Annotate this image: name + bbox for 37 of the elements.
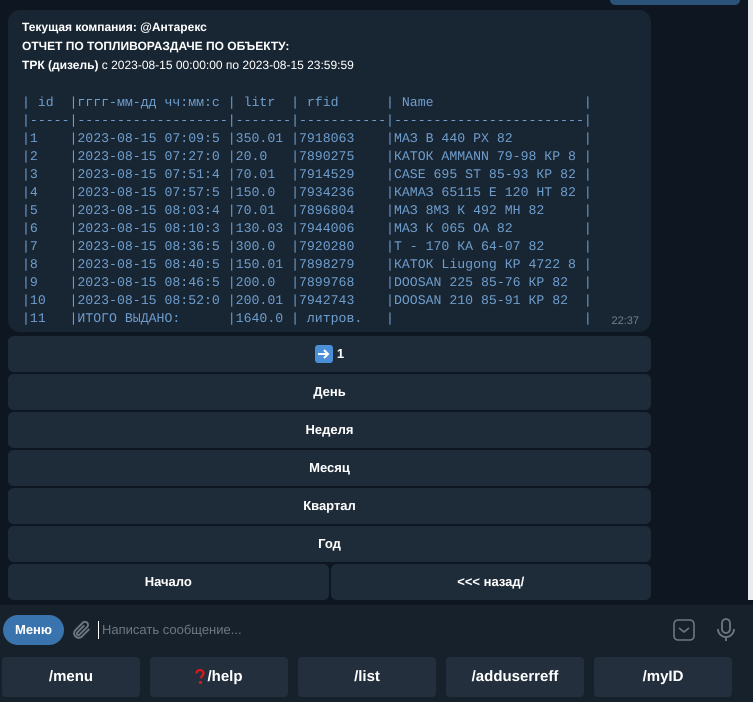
inline-keyboard-button[interactable]: Неделя <box>8 412 651 448</box>
inline-keyboard-button[interactable]: Начало <box>8 564 328 600</box>
message-composer[interactable]: Меню Написать сообщение... <box>0 605 753 655</box>
code-line: |11 |ИТОГО ВЫДАНО: |1640.0 | литров. | | <box>22 310 592 328</box>
inline-keyboard-button[interactable]: Месяц <box>8 450 651 486</box>
inline-keyboard-button[interactable]: День <box>8 374 651 410</box>
reply-keyboard-button[interactable]: /list <box>298 657 436 697</box>
code-line: |3 |2023-08-15 07:51:4 |70.01 |7914529 |CASE 695 ST 85-93 КР 82 | <box>22 166 592 184</box>
reply-keyboard-button[interactable]: /help <box>150 657 288 697</box>
code-line: |-----|-------------------|-------|-----------|------------------------| <box>22 112 592 130</box>
code-line: |7 |2023-08-15 08:36:5 |300.0 |7920280 |Т - 170 КА 64-07 82 | <box>22 238 592 256</box>
code-line: |9 |2023-08-15 08:46:5 |200.0 |7899768 |DOOSAN 225 85-76 КР 82 | <box>22 274 592 292</box>
code-line: |10 |2023-08-15 08:52:0 |200.01 |7942743 |DOOSAN 210 85-91 КР 82 | <box>22 292 592 310</box>
keyboard-toggle-icon[interactable] <box>672 618 696 642</box>
message-text: ТРК (дизель) с 2023-08-15 00:00:00 по 2023-08-15 23:59:59 <box>22 57 354 74</box>
inline-keyboard-button[interactable]: 1 <box>8 336 651 372</box>
question-mark-icon <box>195 669 206 685</box>
inline-keyboard-button[interactable]: Квартал <box>8 488 651 524</box>
paperclip-icon[interactable] <box>70 619 92 641</box>
menu-button[interactable]: Меню <box>3 615 64 645</box>
code-line: |5 |2023-08-15 08:03:4 |70.01 |7896804 |МАЗ 8МЗ К 492 МН 82 | <box>22 202 592 220</box>
code-line: |8 |2023-08-15 08:40:5 |150.01 |7898279 |КАТОК Liugong КР 4722 8 | <box>22 256 592 274</box>
code-line: |2 |2023-08-15 07:27:0 |20.0 |7890275 |КАТОК AMMANN 79-98 КР 8 | <box>22 148 592 166</box>
reply-keyboard-button[interactable]: /myID <box>594 657 732 697</box>
message-input[interactable]: Написать сообщение... <box>98 621 666 639</box>
inline-keyboard-button[interactable]: <<< назад/ <box>330 564 651 600</box>
code-line: |4 |2023-08-15 07:57:5 |150.0 |7934236 |КАМАЗ 65115 Е 120 НТ 82 | <box>22 184 592 202</box>
code-line: | id |гггг-мм-дд чч:мм:с | litr | rfid | Name | <box>22 94 592 112</box>
code-line: |1 |2023-08-15 07:09:5 |350.01 |7918063 |МАЗ В 440 РХ 82 | <box>22 130 592 148</box>
inline-keyboard-button[interactable]: Год <box>8 526 651 562</box>
message-text: Текущая компания: @Антарекс <box>22 19 207 36</box>
code-line: |6 |2023-08-15 08:10:3 |130.03 |7944006 |МАЗ К 065 ОА 82 | <box>22 220 592 238</box>
message-time: 22:37 <box>611 314 639 328</box>
microphone-icon[interactable] <box>714 617 738 643</box>
message-text: ОТЧЕТ ПО ТОПЛИВОРАЗДАЧЕ ПО ОБЪЕКТУ: <box>22 38 290 55</box>
reply-keyboard-button[interactable]: /menu <box>2 657 140 697</box>
reply-keyboard-button[interactable]: /adduserreff <box>446 657 584 697</box>
